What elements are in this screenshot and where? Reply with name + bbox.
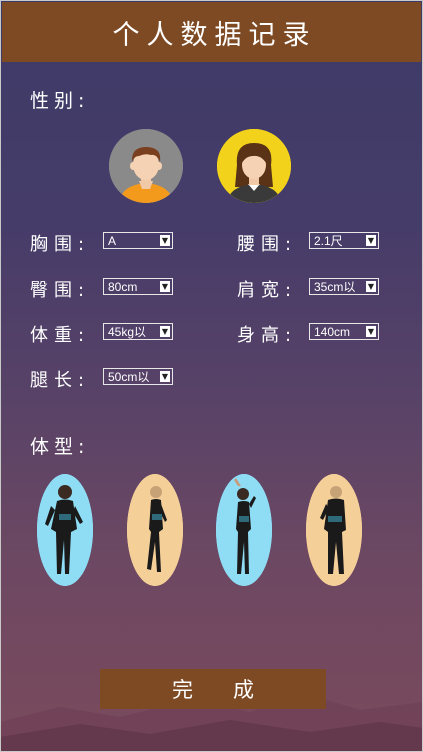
app-header: 个人数据记录 [2,2,421,62]
shoulder-select[interactable]: 35cm以 ▼ [309,278,379,295]
female-avatar-option[interactable] [217,129,291,203]
waist-value: 2.1尺 [314,234,343,248]
body-figure-icon [127,474,183,586]
chevron-down-icon: ▼ [366,326,376,337]
hip-select[interactable]: 80cm ▼ [103,278,173,295]
chest-select[interactable]: A ▼ [103,232,173,249]
gender-label: 性别: [30,90,90,112]
chevron-down-icon: ▼ [366,281,376,292]
weight-select[interactable]: 45kg以 ▼ [103,323,173,340]
waist-select[interactable]: 2.1尺 ▼ [309,232,379,249]
body-figure-icon [216,474,272,586]
body-type-option-4[interactable] [306,474,362,586]
body-figure-icon [306,474,362,586]
leg-select[interactable]: 50cm以 ▼ [103,368,173,385]
body-type-option-2[interactable] [127,474,183,586]
chevron-down-icon: ▼ [160,281,170,292]
waist-label: 腰围: [237,234,298,255]
weight-value: 45kg以 [108,325,147,339]
height-select[interactable]: 140cm ▼ [309,323,379,340]
shoulder-value: 35cm以 [314,280,356,294]
female-avatar-icon [217,129,291,203]
chest-value: A [108,233,117,248]
chevron-down-icon: ▼ [160,371,170,382]
hip-label: 臀围: [30,280,91,301]
done-button-label: 完成 [172,678,294,702]
shoulder-label: 肩宽: [237,280,298,301]
done-button[interactable]: 完成 [100,669,326,709]
hip-value: 80cm [108,279,138,294]
height-value: 140cm [314,324,351,339]
body-figure-icon [37,474,93,586]
leg-label: 腿长: [30,370,91,391]
chevron-down-icon: ▼ [160,326,170,337]
chevron-down-icon: ▼ [366,235,376,246]
height-label: 身高: [237,325,298,346]
body-type-option-1[interactable] [37,474,93,586]
body-type-option-3[interactable] [216,474,272,586]
male-avatar-icon [109,129,183,203]
app-screen: 个人数据记录 性别: 胸围: A ▼ 腰围: 2.1尺 ▼ 臀围: 80cm ▼… [0,0,423,752]
leg-value: 50cm以 [108,370,150,384]
chevron-down-icon: ▼ [160,235,170,246]
chest-label: 胸围: [30,234,91,255]
body-type-label: 体型: [30,436,90,458]
male-avatar-option[interactable] [109,129,183,203]
page-title: 个人数据记录 [112,19,317,51]
weight-label: 体重: [30,325,91,346]
